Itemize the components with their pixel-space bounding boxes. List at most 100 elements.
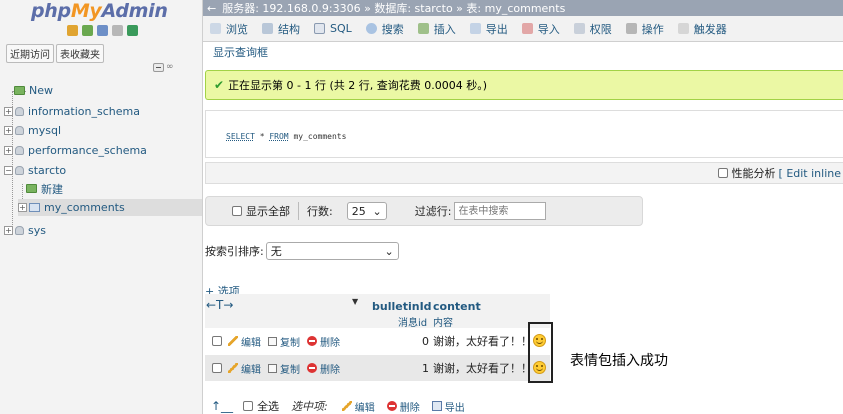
delete-button[interactable]: 删除 xyxy=(307,361,340,376)
edit-button[interactable]: 编辑 xyxy=(228,334,261,349)
copy-icon xyxy=(268,363,277,373)
pencil-icon xyxy=(341,401,352,411)
delete-button[interactable]: 删除 xyxy=(307,334,340,349)
bulk-actions-footer: ↑__ 全选 选中项: 编辑 删除 导出 xyxy=(211,399,465,414)
tab-import[interactable]: 导入 xyxy=(515,16,567,42)
tab-browse[interactable]: 浏览 xyxy=(203,16,255,42)
edit-inline-link[interactable]: [ Edit inline xyxy=(779,167,841,180)
pencil-icon xyxy=(228,336,238,346)
filter-rows-input[interactable] xyxy=(454,202,547,220)
collapse-icon[interactable] xyxy=(153,62,164,72)
chevron-down-icon: ⌄ xyxy=(372,204,382,218)
tab-triggers[interactable]: 触发器 xyxy=(671,16,734,42)
tab-sql[interactable]: SQL xyxy=(307,16,359,42)
sort-down-icon[interactable]: ▼ xyxy=(352,297,358,306)
tree-item-information-schema[interactable]: + information_schema xyxy=(4,103,140,120)
expand-icon[interactable]: + xyxy=(4,107,13,116)
database-icon xyxy=(15,166,24,175)
sql-query-text[interactable]: SELECT * FROM my_comments xyxy=(226,132,346,141)
copy-icon xyxy=(268,336,277,346)
link-icon[interactable]: ∞ xyxy=(166,62,174,72)
edit-button[interactable]: 编辑 xyxy=(228,361,261,376)
success-message: ✔ 正在显示第 0 - 1 行 (共 2 行, 查询花费 0.0004 秒。) xyxy=(205,70,843,100)
logout-icon[interactable] xyxy=(82,25,93,36)
row-checkbox[interactable] xyxy=(212,363,222,373)
column-header-bulletinid[interactable]: bulletinId xyxy=(372,300,432,313)
bulk-edit-button[interactable]: 编辑 xyxy=(341,399,375,414)
cell-content[interactable]: 谢谢，太好看了！！ xyxy=(433,333,532,349)
docs-icon[interactable] xyxy=(112,25,123,36)
delete-icon xyxy=(307,336,317,346)
wrench-icon xyxy=(625,23,637,34)
select-all-checkbox[interactable] xyxy=(243,401,254,411)
phpmyadmin-logo[interactable]: phpMyAdmin xyxy=(31,0,168,22)
table-tabs: 浏览 结构 SQL 搜索 插入 导出 导入 权限 操作 触发器 xyxy=(203,16,843,42)
recent-tab[interactable]: 近期访问 xyxy=(6,44,54,63)
show-all-checkbox[interactable] xyxy=(232,206,242,216)
sidebar-tabs: 近期访问 表收藏夹 xyxy=(6,44,104,63)
collapse-icon[interactable]: − xyxy=(4,166,13,175)
column-header-content[interactable]: content xyxy=(433,300,481,313)
bulk-delete-button[interactable]: 删除 xyxy=(386,399,420,414)
export-icon xyxy=(469,23,481,34)
tab-export[interactable]: 导出 xyxy=(463,16,515,42)
profiling-checkbox[interactable] xyxy=(717,168,728,178)
expand-icon[interactable]: + xyxy=(4,226,13,235)
expand-icon[interactable]: + xyxy=(4,146,13,155)
row-checkbox[interactable] xyxy=(212,336,222,346)
export-icon xyxy=(431,401,442,411)
tree-item-my-comments[interactable]: + my_comments xyxy=(18,199,202,216)
breadcrumb: ← 服务器: 192.168.0.9:3306 » 数据库: starcto »… xyxy=(203,0,843,16)
copy-button[interactable]: 复制 xyxy=(268,361,300,376)
column-resize-arrows[interactable]: ←T→ xyxy=(206,298,233,312)
expand-icon[interactable]: + xyxy=(18,203,27,212)
annotation-text: 表情包插入成功 xyxy=(570,353,668,369)
delete-icon xyxy=(307,363,317,373)
copy-button[interactable]: 复制 xyxy=(268,334,300,349)
help-icon[interactable] xyxy=(97,25,108,36)
privileges-icon xyxy=(573,23,585,34)
rows-select[interactable]: 25 ⌄ xyxy=(346,202,387,220)
triggers-icon xyxy=(677,23,689,34)
sql-icon xyxy=(314,23,325,34)
delete-icon xyxy=(386,401,397,411)
tab-insert[interactable]: 插入 xyxy=(411,16,463,42)
pencil-icon xyxy=(228,363,238,373)
tree-item-starcto[interactable]: − starcto xyxy=(4,162,66,179)
database-icon xyxy=(15,126,24,135)
browse-icon xyxy=(210,23,221,34)
expand-icon[interactable]: + xyxy=(4,126,13,135)
back-arrow-icon[interactable]: ← xyxy=(207,2,216,15)
favorites-tab[interactable]: 表收藏夹 xyxy=(56,44,104,63)
cell-bulletinid[interactable]: 1 xyxy=(419,362,429,375)
table-row: 编辑 复制 删除 0 谢谢，太好看了！！ xyxy=(205,328,550,354)
cell-content[interactable]: 谢谢，太好看了！！ xyxy=(433,360,532,376)
navigation-sidebar: phpMyAdmin 近期访问 表收藏夹 ∞ New + information… xyxy=(0,0,203,414)
home-icon[interactable] xyxy=(67,25,78,36)
show-query-link[interactable]: 显示查询框 xyxy=(213,44,268,60)
tab-privileges[interactable]: 权限 xyxy=(567,16,619,42)
chevron-down-icon: ⌄ xyxy=(384,244,394,258)
reload-icon[interactable] xyxy=(127,25,138,36)
tree-item-sys[interactable]: + sys xyxy=(4,222,46,239)
insert-icon xyxy=(417,23,429,34)
sort-select[interactable]: 无 ⌄ xyxy=(265,242,399,260)
breadcrumb-text[interactable]: 服务器: 192.168.0.9:3306 » 数据库: starcto » 表… xyxy=(222,0,565,16)
tab-operations[interactable]: 操作 xyxy=(619,16,671,42)
tab-search[interactable]: 搜索 xyxy=(359,16,411,42)
sidebar-quick-icons xyxy=(67,25,138,36)
check-icon: ✔ xyxy=(214,78,225,92)
sql-query-box: SELECT * FROM my_comments xyxy=(205,110,843,158)
tree-item-new-table[interactable]: 新建 xyxy=(26,180,63,197)
bulk-export-button[interactable]: 导出 xyxy=(431,399,465,414)
tab-structure[interactable]: 结构 xyxy=(255,16,307,42)
collapse-all[interactable]: ∞ xyxy=(153,62,174,72)
tree-item-new[interactable]: New xyxy=(14,82,53,99)
tree-item-mysql[interactable]: + mysql xyxy=(4,122,61,139)
database-icon xyxy=(15,146,24,155)
cell-bulletinid[interactable]: 0 xyxy=(419,335,429,348)
table-row: 编辑 复制 删除 1 谢谢，太好看了！！ xyxy=(205,355,550,381)
tree-item-performance-schema[interactable]: + performance_schema xyxy=(4,142,147,159)
column-comment-bulletinid: 消息id xyxy=(398,318,428,329)
table-icon xyxy=(29,203,40,212)
